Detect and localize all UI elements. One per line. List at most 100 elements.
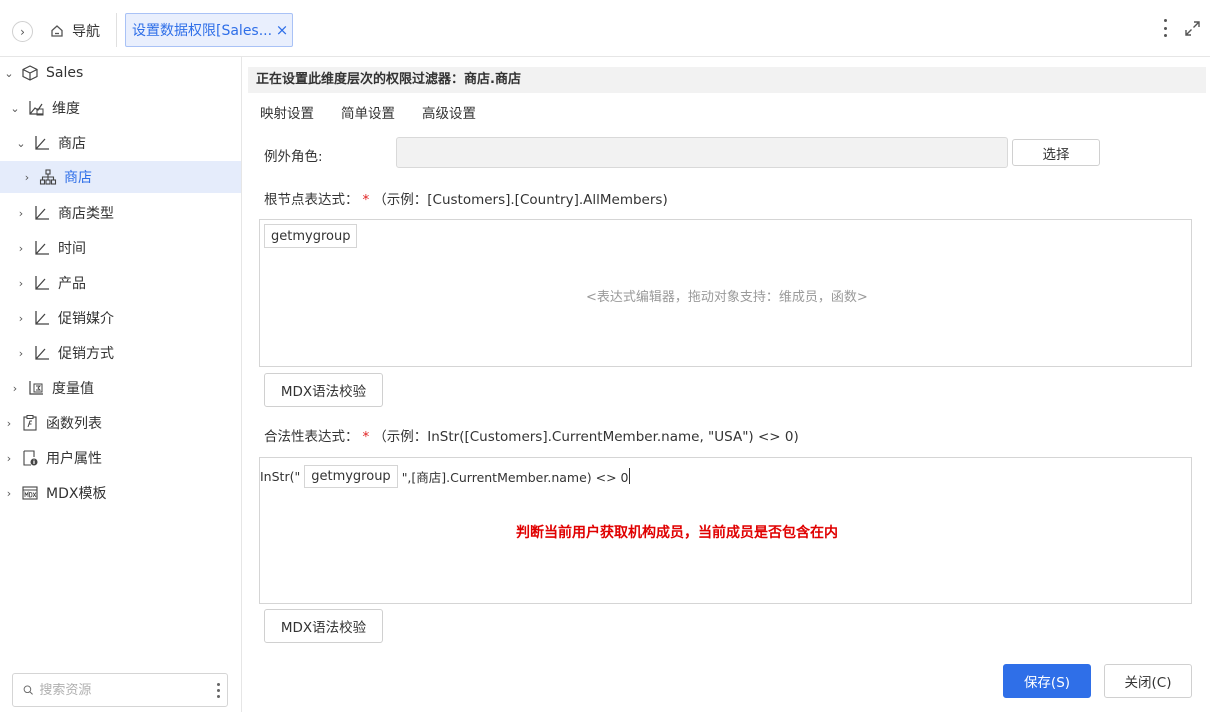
tree-item-label: MDX模板 (46, 486, 107, 502)
chevron-right-icon[interactable]: › (2, 417, 16, 430)
more-vertical-icon[interactable] (1160, 16, 1170, 40)
tree-item-label: 维度 (52, 101, 80, 117)
chevron-right-icon[interactable]: › (2, 487, 16, 500)
annotation-note: 判断当前用户获取机构成员，当前成员是否包含在内 (516, 525, 838, 541)
tree-item-label: 产品 (58, 276, 86, 292)
tree-item-function-list[interactable]: › 函数列表 (0, 407, 241, 439)
resource-tree-panel: ⌄ Sales ⌄ 维度 ⌄ 商店 › 商店 › 商店类型 › 时间 › 产品 … (0, 57, 242, 712)
chevron-right-icon[interactable]: › (14, 312, 28, 325)
divider (116, 13, 117, 47)
sidebar-toggle-button[interactable]: › (12, 21, 33, 42)
tree-item-label: 商店 (64, 170, 92, 186)
hierarchy-icon (32, 203, 52, 223)
hierarchy-icon (32, 343, 52, 363)
filter-info-banner: 正在设置此维度层次的权限过滤器：商店.商店 (248, 67, 1206, 93)
resource-search[interactable] (12, 673, 228, 707)
exception-role-label: 例外角色: (264, 149, 323, 165)
root-expr-example: （示例：[Customers].[Country].AllMembers) (373, 192, 668, 208)
hierarchy-icon (32, 133, 52, 153)
root-expr-label: 根节点表达式： (264, 192, 359, 208)
tree-item-label: Sales (46, 65, 84, 81)
tree-item-store-level[interactable]: › 商店 (0, 161, 241, 193)
chevron-right-icon[interactable]: › (14, 242, 28, 255)
tree-item-promotion-method[interactable]: › 促销方式 (0, 337, 241, 369)
validity-expr-label-row: 合法性表达式： * （示例：InStr([Customers].CurrentMem… (264, 425, 799, 445)
expr-suffix: ",[商店].CurrentMember.name) <> 0 (401, 469, 629, 485)
tree-item-measures[interactable]: › 度量值 (0, 372, 241, 404)
tree-item-label: 商店 (58, 136, 86, 152)
main-panel: 正在设置此维度层次的权限过滤器：商店.商店 映射设置 简单设置 高级设置 例外角… (248, 57, 1210, 712)
nav-button[interactable]: 导航 (50, 19, 100, 43)
tree-item-label: 商店类型 (58, 206, 114, 222)
tab-advanced-settings[interactable]: 高级设置 (422, 102, 476, 122)
function-list-icon (20, 413, 40, 433)
tab-simple-settings[interactable]: 简单设置 (341, 102, 395, 122)
validity-expr-editor[interactable]: InStr(" getmygroup ",[商店].CurrentMember.… (259, 457, 1192, 604)
mdx-template-icon (20, 483, 40, 503)
expr-prefix: InStr(" (260, 468, 301, 484)
chevron-right-icon[interactable]: › (14, 347, 28, 360)
close-button[interactable]: 关闭(C) (1104, 664, 1192, 698)
required-mark: * (362, 192, 370, 208)
tree-item-product[interactable]: › 产品 (0, 267, 241, 299)
mdx-check-button-1[interactable]: MDX语法校验 (264, 373, 383, 407)
hierarchy-icon (32, 238, 52, 258)
tree-item-dimension[interactable]: ⌄ 维度 (0, 92, 241, 124)
exception-role-field[interactable] (396, 137, 1008, 168)
org-tree-icon (38, 167, 58, 187)
more-vertical-icon[interactable] (209, 682, 227, 698)
tree-item-sales[interactable]: ⌄ Sales (0, 57, 241, 89)
fullscreen-icon[interactable] (1184, 20, 1201, 37)
measure-icon (26, 378, 46, 398)
validity-expr-example: （示例：InStr([Customers].CurrentMember.name… (373, 429, 799, 445)
chevron-right-icon[interactable]: › (8, 382, 22, 395)
tree-item-user-attributes[interactable]: › 用户属性 (0, 442, 241, 474)
chevron-right-icon: › (20, 24, 25, 39)
tree-item-store-dimension[interactable]: ⌄ 商店 (0, 127, 241, 159)
tab-mapping-settings[interactable]: 映射设置 (260, 102, 314, 122)
chevron-down-icon[interactable]: ⌄ (2, 67, 16, 80)
hierarchy-icon (32, 273, 52, 293)
function-chip[interactable]: getmygroup (304, 464, 398, 488)
tree-item-label: 促销媒介 (58, 311, 114, 327)
root-expr-editor[interactable]: getmygroup <表达式编辑器，拖动对象支持：维成员，函数> (259, 219, 1192, 367)
nav-label: 导航 (72, 24, 100, 40)
mdx-check-button-2[interactable]: MDX语法校验 (264, 609, 383, 643)
editor-placeholder: <表达式编辑器，拖动对象支持：维成员，函数> (586, 290, 868, 305)
save-button[interactable]: 保存(S) (1003, 664, 1091, 698)
tree-item-label: 函数列表 (46, 416, 102, 432)
chevron-down-icon[interactable]: ⌄ (14, 137, 28, 150)
text-cursor (628, 468, 630, 484)
close-icon[interactable]: × (272, 21, 292, 39)
root-expr-label-row: 根节点表达式： * （示例：[Customers].[Country].AllMem… (264, 188, 668, 208)
tab-label: 设置数据权限[Sales... (132, 23, 272, 39)
validity-expr-label: 合法性表达式： (264, 429, 359, 445)
search-input[interactable] (39, 682, 210, 698)
tree-item-time[interactable]: › 时间 (0, 232, 241, 264)
tree-item-store-type[interactable]: › 商店类型 (0, 197, 241, 229)
chevron-down-icon[interactable]: ⌄ (8, 102, 22, 115)
tree-item-label: 用户属性 (46, 451, 102, 467)
chevron-right-icon[interactable]: › (14, 207, 28, 220)
chevron-right-icon[interactable]: › (14, 277, 28, 290)
select-button[interactable]: 选择 (1012, 139, 1100, 166)
dimension-icon (26, 98, 46, 118)
user-attribute-icon (20, 448, 40, 468)
chevron-right-icon[interactable]: › (20, 171, 34, 184)
required-mark: * (362, 429, 370, 445)
search-icon (23, 685, 33, 695)
settings-tabs: 映射设置 简单设置 高级设置 (260, 102, 476, 122)
home-icon (51, 25, 63, 37)
function-chip[interactable]: getmygroup (264, 224, 358, 248)
cube-icon (20, 63, 40, 83)
expression-line: InStr(" getmygroup ",[商店].CurrentMember.… (260, 464, 630, 488)
top-bar: › 导航 设置数据权限[Sales... × (0, 0, 1210, 57)
chevron-right-icon[interactable]: › (2, 452, 16, 465)
tree-item-mdx-template[interactable]: › MDX模板 (0, 477, 241, 509)
hierarchy-icon (32, 308, 52, 328)
tree-item-label: 促销方式 (58, 346, 114, 362)
tree-item-label: 时间 (58, 241, 86, 257)
tab-set-data-permission[interactable]: 设置数据权限[Sales... × (125, 13, 293, 47)
tree-item-promotion-media[interactable]: › 促销媒介 (0, 302, 241, 334)
tree-item-label: 度量值 (52, 381, 94, 397)
